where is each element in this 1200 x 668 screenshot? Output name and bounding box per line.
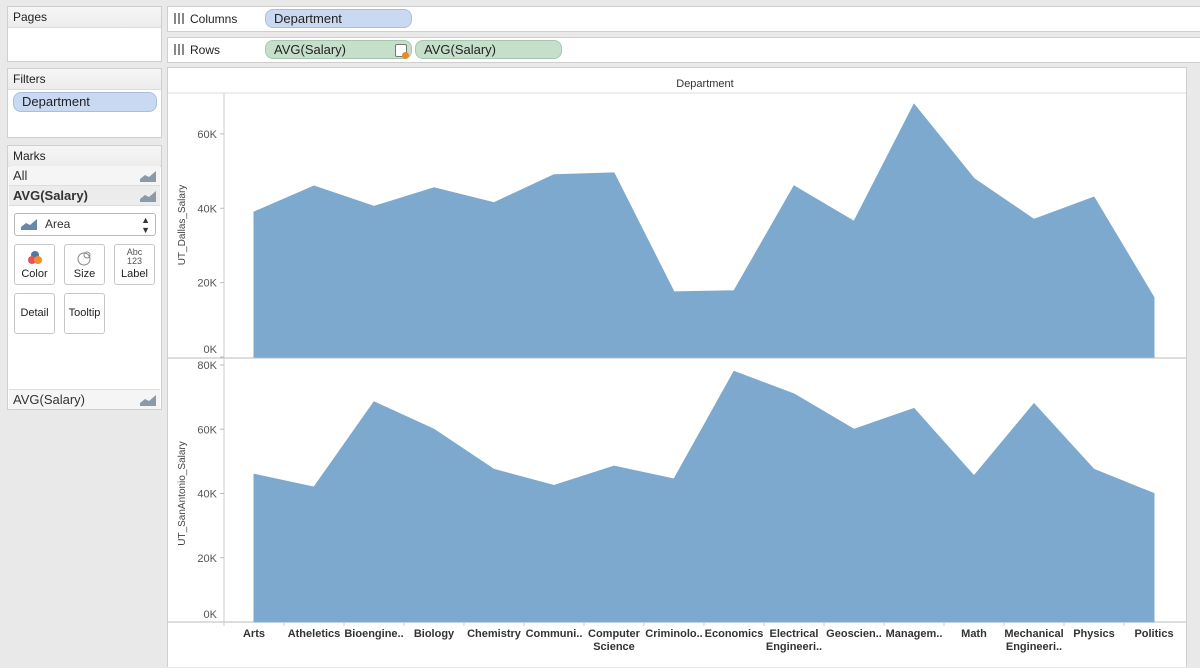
x-tick-label: Communi.. xyxy=(526,628,583,640)
filter-pill-department[interactable]: Department xyxy=(13,92,157,112)
marks-card: Marks All AVG(Salary) Area ▲▼ Color Size… xyxy=(7,145,162,410)
x-tick-label: Math xyxy=(961,628,987,640)
x-tick-label: Physics xyxy=(1073,628,1115,640)
label-button-label: Label xyxy=(115,268,154,280)
size-button-label: Size xyxy=(65,268,104,280)
y-tick-label: 20K xyxy=(197,278,217,290)
x-tick-label: Economics xyxy=(705,628,764,640)
detail-button-label: Detail xyxy=(15,307,54,319)
y-tick-label: 20K xyxy=(197,553,217,565)
pages-title: Pages xyxy=(8,7,161,28)
size-icon xyxy=(77,250,93,266)
x-tick-label: MechanicalEngineeri.. xyxy=(1004,628,1063,653)
y-axis-title: UT_SanAntonio_Salary xyxy=(177,441,188,546)
filters-card: Filters Department xyxy=(7,68,162,138)
x-tick-label: Arts xyxy=(243,628,265,640)
dual-axis-icon xyxy=(395,44,407,57)
area-mark-icon xyxy=(140,170,156,182)
rows-pill-1-label: AVG(Salary) xyxy=(274,42,346,57)
rows-label: Rows xyxy=(190,43,220,57)
label-icon: Abc 123 xyxy=(115,248,154,266)
mark-type-dropdown[interactable]: Area ▲▼ xyxy=(14,213,156,236)
area-series-1 xyxy=(254,104,1154,357)
columns-icon xyxy=(174,13,185,24)
y-axis-title: UT_Dallas_Salary xyxy=(177,185,188,266)
x-tick-label: Bioengine.. xyxy=(344,628,403,640)
pages-card: Pages xyxy=(7,6,162,62)
x-tick-label: ElectricalEngineeri.. xyxy=(766,628,822,653)
area-mark-icon xyxy=(140,394,156,406)
chevron-updown-icon: ▲▼ xyxy=(141,214,150,235)
x-tick-label: Politics xyxy=(1134,628,1173,640)
y-tick-label: 0K xyxy=(204,609,218,621)
columns-pill-department[interactable]: Department xyxy=(265,9,412,28)
size-button[interactable]: Size xyxy=(64,244,105,285)
marks-measure-label: AVG(Salary) xyxy=(13,188,88,203)
color-button[interactable]: Color xyxy=(14,244,55,285)
y-tick-label: 80K xyxy=(197,360,217,372)
x-tick-label: Chemistry xyxy=(467,628,522,640)
rows-pill-avg-salary-2[interactable]: AVG(Salary) xyxy=(415,40,562,59)
tooltip-button-label: Tooltip xyxy=(65,307,104,319)
area-mark-icon xyxy=(21,218,37,230)
mark-type-value: Area xyxy=(45,214,70,235)
y-tick-label: 0K xyxy=(204,344,218,356)
x-tick-label: Managem.. xyxy=(886,628,943,640)
x-tick-label: Geoscien.. xyxy=(826,628,882,640)
x-tick-label: Atheletics xyxy=(288,628,341,640)
detail-button[interactable]: Detail xyxy=(14,293,55,334)
columns-label: Columns xyxy=(190,12,237,26)
y-tick-label: 40K xyxy=(197,489,217,501)
y-tick-label: 40K xyxy=(197,203,217,215)
color-icon xyxy=(27,250,43,266)
y-tick-label: 60K xyxy=(197,129,217,141)
area-chart: Department 0K 20K 40K 60K UT_Dallas_Salary 0K 2… xyxy=(168,68,1186,668)
chart-title: Department xyxy=(676,78,733,90)
y-tick-label: 60K xyxy=(197,424,217,436)
columns-shelf: Columns Department xyxy=(167,6,1200,32)
chart-view: Department 0K 20K 40K 60K UT_Dallas_Salary 0K 2… xyxy=(167,67,1187,667)
marks-measure-row[interactable]: AVG(Salary) xyxy=(9,186,160,206)
marks-all-label: All xyxy=(13,168,27,183)
marks-title: Marks xyxy=(8,146,161,167)
tooltip-button[interactable]: Tooltip xyxy=(64,293,105,334)
rows-icon xyxy=(174,44,185,55)
x-tick-label: ComputerScience xyxy=(588,628,641,653)
marks-bottom-measure-label: AVG(Salary) xyxy=(13,392,85,407)
rows-shelf: Rows AVG(Salary) AVG(Salary) xyxy=(167,37,1200,63)
rows-pill-avg-salary-1[interactable]: AVG(Salary) xyxy=(265,40,412,59)
marks-bottom-measure-row[interactable]: AVG(Salary) xyxy=(9,389,160,409)
label-button[interactable]: Abc 123 Label xyxy=(114,244,155,285)
area-series-2 xyxy=(254,371,1154,622)
color-button-label: Color xyxy=(15,268,54,280)
marks-all-row[interactable]: All xyxy=(9,166,160,186)
label-icon-bottom: 123 xyxy=(115,257,154,266)
x-tick-label: Criminolo.. xyxy=(645,628,702,640)
area-mark-icon xyxy=(140,190,156,202)
x-tick-label: Biology xyxy=(414,628,455,640)
filters-title: Filters xyxy=(8,69,161,90)
